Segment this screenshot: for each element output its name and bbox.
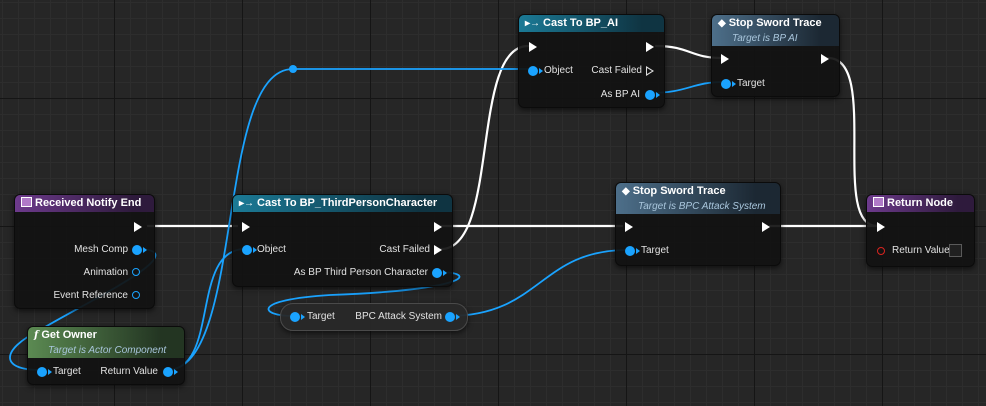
pin-arrow <box>443 270 447 276</box>
pin-label-cast-failed: Cast Failed <box>379 244 430 255</box>
exec-out-pin[interactable] <box>821 54 829 64</box>
node-title: Cast To BP_AI <box>543 17 619 29</box>
node-header: Return Node <box>867 195 974 212</box>
pin-label-cast-failed: Cast Failed <box>591 65 642 76</box>
node-title: Get Owner <box>41 329 97 341</box>
function-box-icon <box>21 197 32 207</box>
pin-arrow <box>636 248 640 254</box>
node-title: Received Notify End <box>35 197 142 209</box>
exec-in-pin[interactable] <box>242 222 250 232</box>
node-header: f Get Owner Target is Actor Component <box>28 327 184 358</box>
pin-label-object: Object <box>257 244 286 255</box>
cast-to-bp-ai-node[interactable]: ▸→ Cast To BP_AI Object Cast Failed As BP… <box>518 14 665 108</box>
function-diamond-icon: ◆ <box>622 186 630 197</box>
pin-label-target: Target <box>307 311 335 322</box>
pin-arrow <box>456 314 460 320</box>
node-title: Stop Sword Trace <box>728 17 822 29</box>
target-pin[interactable] <box>721 79 731 89</box>
exec-in-pin[interactable] <box>529 42 537 52</box>
received-notify-end-node[interactable]: Received Notify End Mesh Comp Animation … <box>14 194 155 309</box>
cast-to-third-person-node[interactable]: ▸→ Cast To BP_ThirdPersonCharacter Object… <box>232 194 453 287</box>
exec-in-pin[interactable] <box>721 54 729 64</box>
object-pin[interactable] <box>242 245 252 255</box>
stop-sword-trace-ai-node[interactable]: ◆ Stop Sword Trace Target is BP AI Target <box>711 14 840 97</box>
bpc-attack-system-getter-node[interactable]: Target BPC Attack System <box>280 303 468 331</box>
exec-out-pin[interactable] <box>646 42 654 52</box>
node-header: ◆ Stop Sword Trace Target is BPC Attack S… <box>616 183 780 214</box>
cast-arrows-icon: ▸→ <box>525 18 541 29</box>
object-pin[interactable] <box>528 66 538 76</box>
pin-arrow <box>539 68 543 74</box>
mesh-comp-pin[interactable] <box>132 245 142 255</box>
exec-in-pin[interactable] <box>625 222 633 232</box>
node-title: Cast To BP_ThirdPersonCharacter <box>257 197 438 209</box>
exec-out-pin[interactable] <box>434 222 442 232</box>
pin-label-return-value: Return Value <box>892 245 950 256</box>
as-bp-third-person-pin[interactable] <box>432 268 442 278</box>
pin-label-bpc-attack-system: BPC Attack System <box>355 311 442 322</box>
return-value-pin[interactable] <box>163 367 173 377</box>
exec-out-pin[interactable] <box>762 222 770 232</box>
node-header: ◆ Stop Sword Trace Target is BP AI <box>712 15 839 46</box>
cast-failed-exec-pin[interactable] <box>434 245 442 255</box>
exec-in-pin[interactable] <box>877 222 885 232</box>
pin-arrow <box>301 314 305 320</box>
node-title: Return Node <box>887 197 953 209</box>
pin-label-as-bp-third-person: As BP Third Person Character <box>293 267 428 278</box>
cast-arrows-icon: ▸→ <box>239 198 255 209</box>
node-title: Stop Sword Trace <box>632 185 726 197</box>
pin-label-target: Target <box>641 245 669 256</box>
stop-sword-trace-bpc-node[interactable]: ◆ Stop Sword Trace Target is BPC Attack S… <box>615 182 781 266</box>
exec-out-pin[interactable] <box>134 222 142 232</box>
pin-label-target: Target <box>53 366 81 377</box>
return-node[interactable]: Return Node Return Value <box>866 194 975 267</box>
event-reference-pin[interactable] <box>132 291 140 299</box>
pin-label-object: Object <box>544 65 573 76</box>
target-pin[interactable] <box>290 312 300 322</box>
pin-arrow <box>174 369 178 375</box>
node-subtitle: Target is BPC Attack System <box>638 201 766 212</box>
animation-pin[interactable] <box>132 268 140 276</box>
bpc-attack-system-pin[interactable] <box>445 312 455 322</box>
node-header: ▸→ Cast To BP_ThirdPersonCharacter <box>233 195 452 212</box>
function-diamond-icon: ◆ <box>718 18 726 29</box>
return-value-checkbox[interactable] <box>949 244 962 257</box>
pin-label-return-value: Return Value <box>100 366 158 377</box>
node-header: Received Notify End <box>15 195 154 212</box>
node-header: ▸→ Cast To BP_AI <box>519 15 664 32</box>
target-pin[interactable] <box>625 246 635 256</box>
as-bp-ai-pin[interactable] <box>645 90 655 100</box>
node-subtitle: Target is BP AI <box>732 33 798 44</box>
pin-arrow <box>143 247 147 253</box>
reroute-node[interactable] <box>289 65 297 73</box>
node-subtitle: Target is Actor Component <box>48 345 167 356</box>
pin-label-as-bp-ai: As BP AI <box>600 89 640 100</box>
pin-arrow <box>732 81 736 87</box>
pin-arrow <box>656 92 660 98</box>
pin-arrow <box>48 369 52 375</box>
pin-label-event-reference: Event Reference <box>53 290 129 301</box>
return-value-pin[interactable] <box>877 247 885 255</box>
pin-label-animation: Animation <box>83 267 128 278</box>
function-box-icon <box>873 197 884 207</box>
function-f-icon: f <box>34 330 39 341</box>
target-pin[interactable] <box>37 367 47 377</box>
get-owner-node[interactable]: f Get Owner Target is Actor Component Tar… <box>27 326 185 385</box>
exec-wire-cast-failed-to-cast-ai <box>439 44 530 251</box>
object-wire-getter-to-stop-bpc <box>448 249 628 317</box>
cast-failed-exec-pin[interactable] <box>646 66 654 76</box>
pin-label-mesh-comp: Mesh Comp <box>74 244 128 255</box>
pin-label-target: Target <box>737 78 765 89</box>
